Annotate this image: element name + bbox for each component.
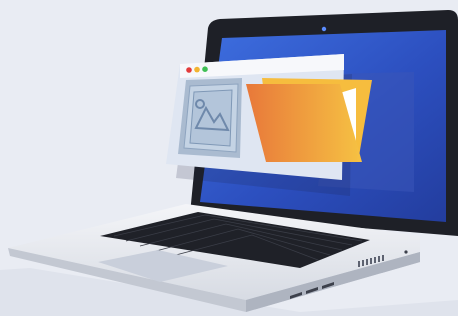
camera-icon xyxy=(321,26,327,32)
window-maximize-dot xyxy=(202,66,208,72)
window-minimize-dot xyxy=(194,66,200,73)
floating-browser-window xyxy=(166,54,372,196)
laptop-illustration xyxy=(0,10,458,316)
window-close-dot xyxy=(186,67,192,73)
image-icon xyxy=(178,78,242,158)
folder-icon xyxy=(246,78,372,162)
